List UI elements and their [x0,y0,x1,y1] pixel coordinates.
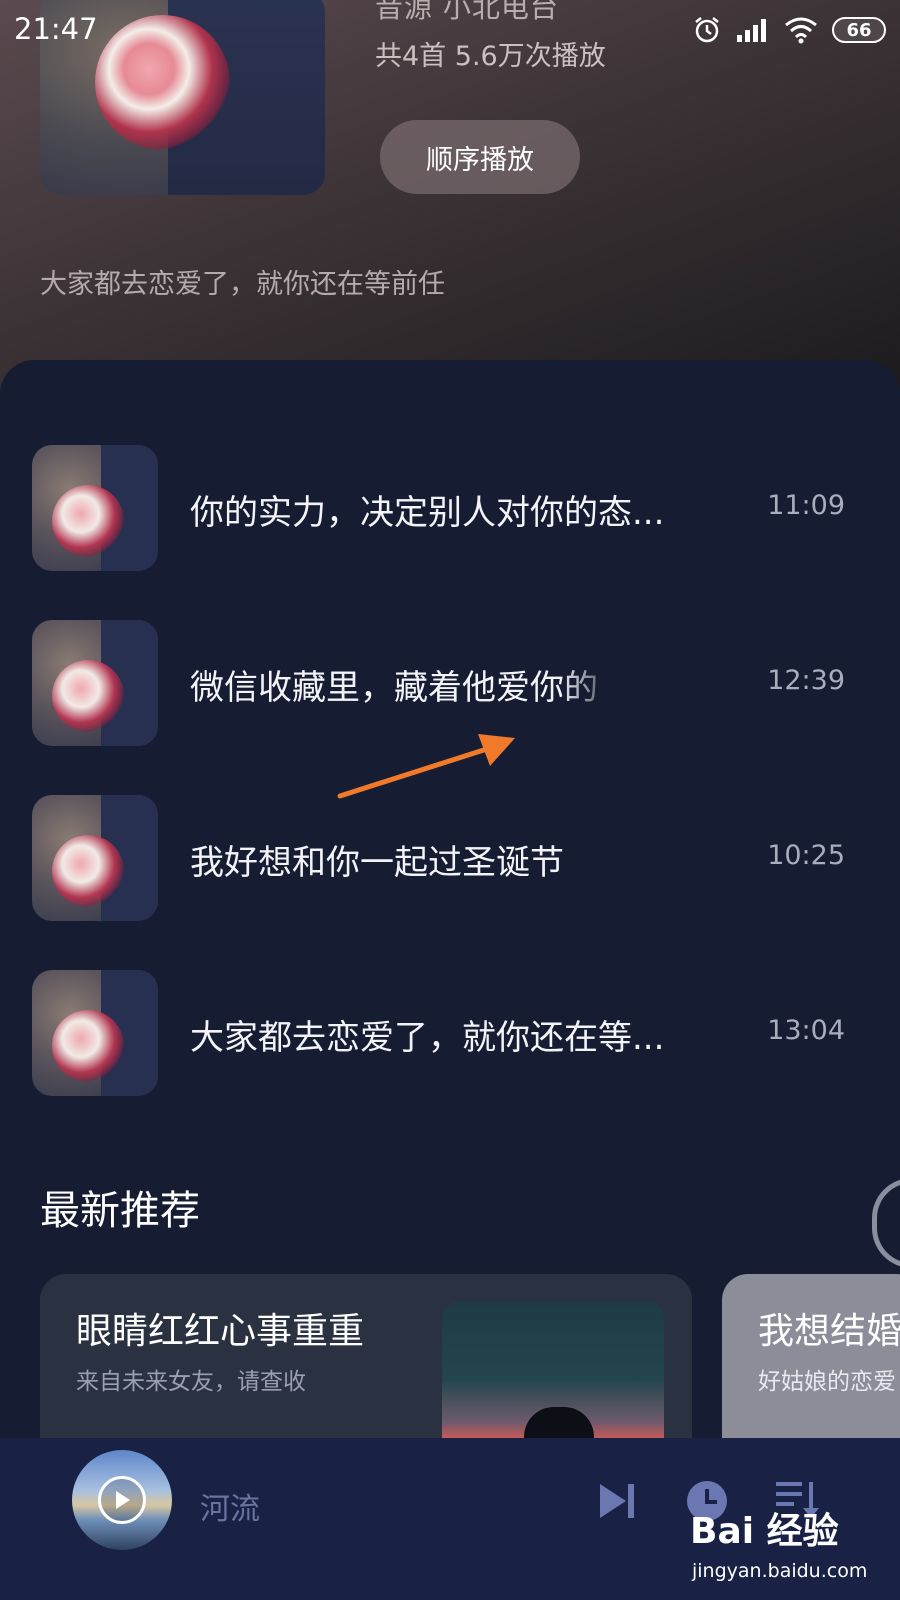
album-description: 大家都去恋爱了，就你还在等前任 [40,269,445,300]
title-fade [560,652,640,712]
track-duration: 12:39 [767,665,845,696]
track-title: 微信收藏里，藏着他爱你的 [190,668,598,708]
battery-icon: 66 [832,17,886,43]
recommend-card[interactable]: 我想结婚 好姑娘的恋爱 [722,1274,900,1464]
player-cover[interactable] [72,1450,172,1550]
play-icon[interactable] [98,1476,146,1524]
baidu-watermark: Bai 经验 jingyan.baidu.com [690,1502,890,1592]
recommend-card-subtitle: 好姑娘的恋爱 [758,1369,896,1395]
next-track-icon[interactable] [598,1482,636,1520]
album-stats: 共4首 5.6万次播放 [375,41,606,72]
recommend-card[interactable]: 眼睛红红心事重重 来自未来女友，请查收 [40,1274,692,1464]
album-source: 音源 小北电台 [375,0,559,24]
status-time: 21:47 [14,12,98,46]
annotation-arrow-icon [337,734,515,799]
track-title: 大家都去恋爱了，就你还在等... [190,1018,665,1058]
track-duration: 10:25 [767,840,845,871]
recommend-card-subtitle: 来自未来女友，请查收 [76,1369,306,1395]
watermark-logo: Bai 经验 [690,1511,839,1552]
track-row[interactable]: 大家都去恋爱了，就你还在等... 13:04 [0,970,900,1100]
track-duration: 11:09 [767,490,845,521]
watermark-url: jingyan.baidu.com [692,1560,868,1582]
signal-icon [737,19,766,42]
track-row[interactable]: 你的实力，决定别人对你的态... 11:09 [0,445,900,575]
track-duration: 13:04 [767,1015,845,1046]
recommend-card-title: 眼睛红红心事重重 [76,1311,365,1352]
wifi-icon [785,17,817,44]
track-title: 我好想和你一起过圣诞节 [190,843,564,883]
recommend-card-title: 我想结婚 [758,1311,900,1352]
track-thumbnail [32,445,158,571]
track-row[interactable]: 我好想和你一起过圣诞节 10:25 [0,795,900,925]
track-thumbnail [32,795,158,921]
track-title: 你的实力，决定别人对你的态... [190,493,665,533]
track-thumbnail [32,970,158,1096]
status-icons: 66 [692,12,886,48]
alarm-icon [695,17,719,43]
track-thumbnail [32,620,158,746]
play-order-button[interactable]: 顺序播放 [380,120,580,194]
player-track-title[interactable]: 河流 [200,1484,260,1528]
section-title-recommend: 最新推荐 [40,1188,200,1234]
